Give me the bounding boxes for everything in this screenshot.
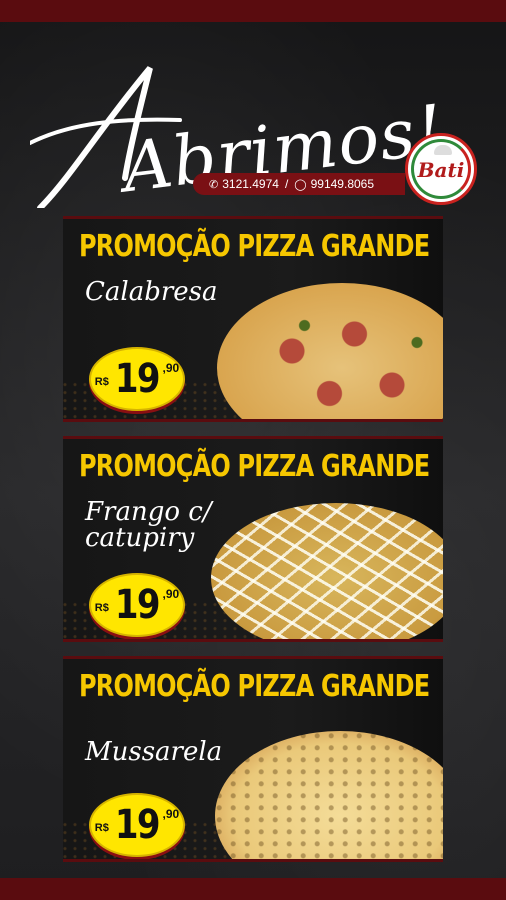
price-badge: R$ 19 ,90 xyxy=(89,793,185,857)
whatsapp-icon: ◯ xyxy=(294,178,307,191)
price-integer: 19 xyxy=(114,356,161,402)
promo-title: PROMOÇÃO PIZZA GRANDE xyxy=(79,229,430,264)
price-integer: 19 xyxy=(114,582,161,628)
pizza-calabresa-image xyxy=(217,283,443,419)
flavor-name: Calabresa xyxy=(85,277,218,307)
price-currency: R$ xyxy=(94,822,109,834)
price-decimal: ,90 xyxy=(162,807,180,821)
phone-icon: ✆ xyxy=(209,178,219,191)
price-decimal: ,90 xyxy=(162,587,180,601)
bottom-bar xyxy=(0,878,506,900)
promo-card-mussarela: PROMOÇÃO PIZZA GRANDE Mussarela R$ 19 ,9… xyxy=(63,656,443,862)
logo-name: Bati xyxy=(417,158,465,182)
price-decimal: ,90 xyxy=(162,361,180,375)
restaurant-logo: Bati xyxy=(405,133,477,205)
price-integer: 19 xyxy=(114,802,161,848)
price-currency: R$ xyxy=(94,376,109,388)
promo-title: PROMOÇÃO PIZZA GRANDE xyxy=(79,449,430,484)
chef-hat-icon xyxy=(434,145,452,155)
price-badge: R$ 19 ,90 xyxy=(89,347,185,411)
pizza-frango-image xyxy=(211,503,443,639)
contact-bar: ✆ 3121.4974 / ◯ 99149.8065 xyxy=(193,173,405,195)
flavor-name: Mussarela xyxy=(85,737,223,767)
contact-separator: / xyxy=(284,177,289,191)
promo-card-frango: PROMOÇÃO PIZZA GRANDE Frango c/ catupiry… xyxy=(63,436,443,642)
flavor-name: Frango c/ catupiry xyxy=(85,497,212,553)
price-badge: R$ 19 ,90 xyxy=(89,573,185,637)
price-currency: R$ xyxy=(94,602,109,614)
promo-title: PROMOÇÃO PIZZA GRANDE xyxy=(79,669,430,704)
top-bar xyxy=(0,0,506,22)
promo-card-calabresa: PROMOÇÃO PIZZA GRANDE Calabresa R$ 19 ,9… xyxy=(63,216,443,422)
pizza-mussarela-image xyxy=(215,731,443,859)
whatsapp-number[interactable]: 99149.8065 xyxy=(311,177,374,191)
phone-number[interactable]: 3121.4974 xyxy=(222,177,279,191)
